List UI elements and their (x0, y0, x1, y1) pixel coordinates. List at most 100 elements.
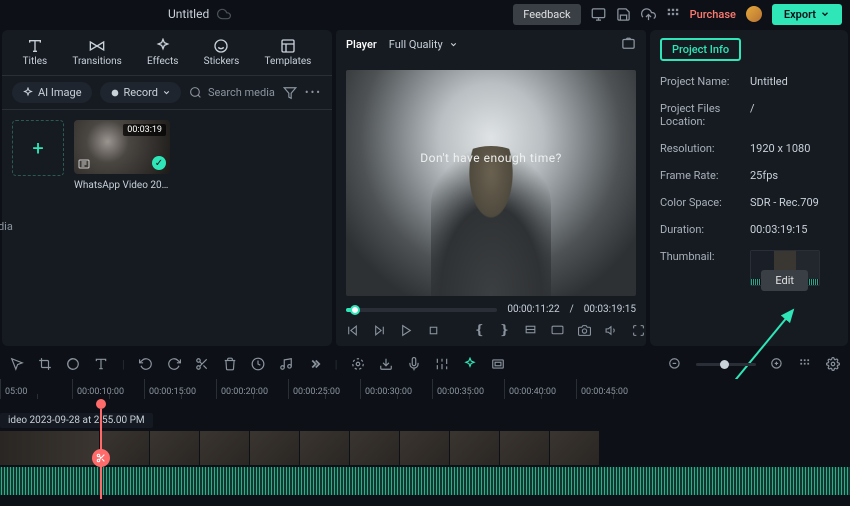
topbar: Untitled Feedback Purchase Export (0, 0, 850, 28)
import-media-button[interactable]: + (12, 120, 64, 176)
export-label: Export (784, 8, 816, 21)
save-icon[interactable] (616, 7, 631, 22)
media-type-icon (78, 158, 90, 170)
player-panel: Player Full Quality Don't have enough ti… (336, 30, 646, 346)
next-frame-icon[interactable] (373, 324, 386, 337)
more-icon[interactable]: ••• (305, 86, 322, 99)
project-info-panel: Project Info Project Name: Untitled Proj… (650, 30, 848, 346)
project-name-value: Untitled (750, 75, 838, 88)
duration-value: 00:03:19:15 (750, 223, 838, 236)
undo-icon[interactable] (139, 357, 153, 371)
project-name-label: Project Name: (660, 75, 750, 88)
stop-icon[interactable] (427, 324, 440, 337)
display-icon[interactable] (551, 324, 564, 337)
player-viewport[interactable]: Don't have enough time? (346, 70, 636, 296)
timeline-tracks[interactable]: ideo 2023-09-28 at 2.55.00 PM (0, 399, 850, 499)
audio-track[interactable] (0, 467, 850, 495)
check-icon: ✓ (152, 156, 166, 170)
player-tab[interactable]: Player (346, 38, 377, 51)
mark-out-icon[interactable]: ❵ (499, 323, 510, 338)
stickers-icon (213, 38, 229, 54)
templates-icon (280, 38, 296, 54)
color-space-value: SDR - Rec.709 (750, 196, 838, 209)
tab-transitions[interactable]: Transitions (68, 36, 125, 69)
chevron-down-icon (449, 40, 458, 49)
search-icon (189, 86, 202, 99)
mic-icon[interactable] (407, 357, 421, 371)
resolution-value: 1920 x 1080 (750, 142, 838, 155)
ai-image-button[interactable]: AI Image (12, 82, 92, 103)
media-item[interactable]: 00:03:19 ✓ WhatsApp Video 202… (74, 120, 170, 336)
gear-icon[interactable] (826, 357, 840, 371)
current-time: 00:00:11:22 (507, 304, 559, 315)
speed-icon[interactable] (251, 357, 265, 371)
download-icon[interactable] (379, 357, 393, 371)
camera-icon[interactable] (578, 324, 591, 337)
quality-select[interactable]: Full Quality (389, 38, 458, 51)
files-location-value: / (750, 102, 838, 128)
ratio-icon[interactable] (524, 323, 537, 338)
edit-button[interactable]: Edit (761, 270, 808, 291)
play-icon[interactable] (400, 324, 413, 337)
media-panel: Titles Transitions Effects Stickers Temp… (2, 30, 332, 346)
filter-icon[interactable] (283, 86, 297, 100)
search-input[interactable]: Search media (189, 86, 275, 99)
pointer-tool-icon[interactable] (10, 357, 24, 371)
tab-titles[interactable]: Titles (19, 36, 52, 69)
prev-frame-icon[interactable] (346, 324, 359, 337)
auto-cut-icon[interactable] (463, 357, 477, 371)
monitor-icon[interactable] (591, 7, 606, 22)
frame-rate-label: Frame Rate: (660, 169, 750, 182)
record-dot-icon (110, 88, 120, 98)
media-item-name: WhatsApp Video 202… (74, 180, 170, 191)
project-title: Untitled (168, 7, 209, 21)
timeline-ruler[interactable]: 05:00 00:00:10:00 00:00:15:00 00:00:20:0… (0, 379, 850, 399)
more-tools-icon[interactable] (307, 357, 321, 371)
record-button[interactable]: Record (100, 82, 181, 103)
feedback-button[interactable]: Feedback (513, 4, 580, 25)
chevron-down-icon (820, 9, 830, 19)
cloud-sync-icon (217, 7, 231, 21)
frame-rate-value: 25fps (750, 169, 838, 182)
marker-icon[interactable] (351, 357, 365, 371)
clip-label: ideo 2023-09-28 at 2.55.00 PM (0, 413, 153, 428)
sparkle-icon (22, 87, 34, 99)
tab-templates[interactable]: Templates (261, 36, 316, 69)
total-time: 00:03:19:15 (584, 304, 636, 315)
purchase-button[interactable]: Purchase (690, 8, 736, 21)
clip-duration: 00:03:19 (123, 124, 166, 136)
zoom-slider[interactable] (696, 363, 756, 366)
media-edge-label: adia (0, 220, 13, 233)
delete-icon[interactable] (223, 357, 237, 371)
cut-marker-icon[interactable] (92, 449, 110, 467)
text-tool-icon[interactable] (94, 357, 108, 371)
fullscreen-icon[interactable] (632, 324, 645, 337)
resolution-label: Resolution: (660, 142, 750, 155)
color-space-label: Color Space: (660, 196, 750, 209)
transitions-icon (89, 38, 105, 54)
color-tool-icon[interactable] (66, 357, 80, 371)
mark-in-icon[interactable]: ❴ (474, 323, 485, 338)
avatar[interactable] (746, 6, 762, 22)
playback-scrubber[interactable] (346, 308, 497, 312)
grid-apps-icon[interactable] (666, 7, 680, 21)
zoom-out-icon[interactable] (668, 357, 682, 371)
files-location-label: Project Files Location: (660, 102, 750, 128)
music-icon[interactable] (279, 357, 293, 371)
mixer-icon[interactable] (435, 357, 449, 371)
split-icon[interactable] (195, 357, 209, 371)
video-track[interactable] (0, 431, 850, 465)
effects-icon (155, 38, 171, 54)
crop-tool-icon[interactable] (38, 357, 52, 371)
snapshot-icon[interactable] (621, 37, 636, 52)
cloud-upload-icon[interactable] (641, 7, 656, 22)
tab-effects[interactable]: Effects (143, 36, 182, 69)
volume-icon[interactable] (605, 324, 618, 337)
export-button[interactable]: Export (772, 4, 842, 25)
redo-icon[interactable] (167, 357, 181, 371)
chevron-down-icon (162, 88, 171, 97)
tab-stickers[interactable]: Stickers (200, 36, 244, 69)
thumbnail-label: Thumbnail: (660, 250, 750, 286)
frame-icon[interactable] (491, 357, 505, 371)
project-info-tab[interactable]: Project Info (660, 38, 741, 61)
